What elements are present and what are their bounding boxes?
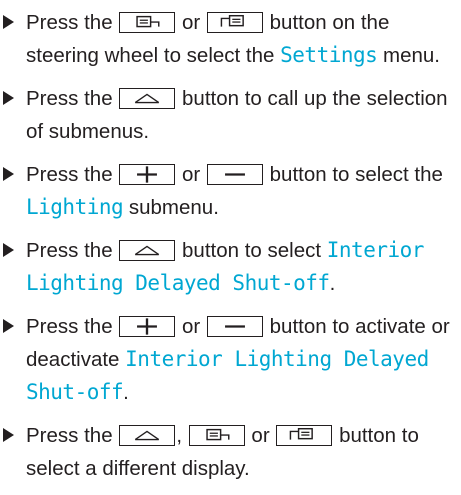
step-text: Press the: [26, 315, 113, 338]
bullet-arrow-icon: [3, 243, 14, 257]
step-4: Press the button to select Interior Ligh…: [0, 234, 461, 300]
display-term: Settings: [280, 43, 378, 67]
step-1: Press the or button on the steering whee…: [0, 6, 461, 72]
next-display-key-icon: [276, 425, 333, 446]
plus-key-icon: [119, 164, 176, 185]
step-text: or: [182, 315, 201, 338]
display-term: Lighting: [26, 195, 124, 219]
step-text: Press the: [26, 239, 113, 262]
step-text: Press the: [26, 11, 113, 34]
step-text: menu.: [383, 44, 440, 67]
step-text: or: [251, 424, 270, 447]
step-text: submenu.: [128, 196, 219, 219]
bullet-arrow-icon: [3, 167, 14, 181]
step-text: Press the: [26, 87, 113, 110]
step-text: Press the: [26, 424, 113, 447]
step-text: Press the: [26, 163, 113, 186]
previous-display-key-icon: [119, 12, 176, 33]
bullet-arrow-icon: [3, 91, 14, 105]
step-text: .: [329, 272, 336, 295]
back-key-icon: [119, 88, 176, 109]
step-text: or: [182, 11, 201, 34]
step-text: ,: [176, 424, 183, 447]
step-text: button to select: [182, 239, 322, 262]
bullet-arrow-icon: [3, 319, 14, 333]
back-key-icon: [119, 240, 176, 261]
previous-display-key-icon: [188, 425, 245, 446]
next-display-key-icon: [206, 12, 263, 33]
back-key-icon: [119, 425, 176, 446]
step-6: Press the , or button to select a differ…: [0, 419, 461, 485]
step-5: Press the or button to activate or deact…: [0, 310, 461, 409]
minus-key-icon: [206, 164, 263, 185]
step-text: or: [182, 163, 201, 186]
step-3: Press the or button to select the Lighti…: [0, 158, 461, 224]
minus-key-icon: [206, 316, 263, 337]
step-text: .: [123, 381, 129, 404]
bullet-arrow-icon: [3, 15, 14, 29]
step-text: button to select the: [269, 163, 443, 186]
plus-key-icon: [119, 316, 176, 337]
bullet-arrow-icon: [3, 428, 14, 442]
step-2: Press the button to call up the selectio…: [0, 82, 461, 148]
instruction-list: Press the or button on the steering whee…: [0, 6, 461, 495]
